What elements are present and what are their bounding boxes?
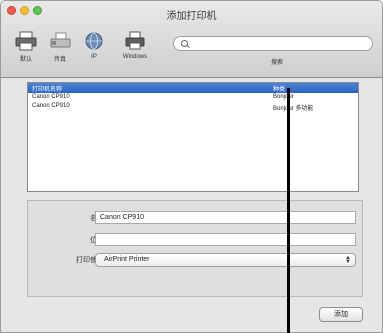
toolbar-fax-button[interactable]: 传真 bbox=[47, 30, 73, 63]
fax-icon bbox=[50, 32, 71, 48]
name-field[interactable]: Canon CP910 bbox=[95, 211, 356, 224]
globe-icon bbox=[85, 32, 103, 50]
windows-printer-icon bbox=[125, 31, 145, 50]
location-field[interactable] bbox=[95, 233, 356, 246]
name-row: 名称: Canon CP910 bbox=[28, 211, 362, 225]
printer-row[interactable]: Canon CP910 Bonjour bbox=[28, 93, 358, 102]
search-caption: 搜索 bbox=[271, 60, 284, 66]
printer-list-header[interactable]: 打印机名称 种类 bbox=[28, 83, 358, 93]
use-row: 打印使用: AirPrint Printer ▲ ▼ bbox=[28, 253, 362, 267]
printer-icon bbox=[15, 31, 37, 51]
add-button[interactable]: 添加 bbox=[319, 307, 363, 322]
select-arrows-icon: ▲ ▼ bbox=[345, 255, 351, 265]
annotation-pointer-line bbox=[287, 88, 290, 333]
window-title: 添加打印机 bbox=[166, 11, 217, 22]
column-header-name[interactable]: 打印机名称 bbox=[32, 84, 62, 93]
toolbar: 默认 传真 IP Windows bbox=[13, 30, 155, 63]
driver-select[interactable]: AirPrint Printer ▲ ▼ bbox=[95, 253, 356, 267]
driver-select-value: AirPrint Printer bbox=[104, 256, 150, 263]
toolbar-windows-label: Windows bbox=[122, 54, 148, 60]
window-toolbar: 添加打印机 默认 传真 IP Windows 搜索 bbox=[1, 1, 382, 78]
printer-kind: Bonjour 多功能 bbox=[273, 106, 314, 112]
search-icon bbox=[181, 40, 188, 47]
column-header-kind[interactable]: 种类 bbox=[273, 84, 285, 93]
toolbar-windows-button[interactable]: Windows bbox=[115, 30, 155, 63]
search-field[interactable] bbox=[173, 36, 373, 51]
printer-kind: Bonjour bbox=[273, 94, 294, 100]
toolbar-ip-button[interactable]: IP bbox=[81, 30, 107, 63]
printer-details-form: 名称: Canon CP910 位置: 打印使用: AirPrint Print… bbox=[27, 200, 363, 297]
location-row: 位置: bbox=[28, 233, 362, 247]
printer-name: Canon CP910 bbox=[32, 94, 70, 100]
printer-list[interactable]: 打印机名称 种类 Canon CP910 Bonjour Canon CP910… bbox=[27, 82, 359, 192]
printer-name: Canon CP910 bbox=[32, 103, 70, 109]
add-printer-window: 添加打印机 默认 传真 IP Windows 搜索 打印机名称 种类 Canon… bbox=[0, 0, 383, 333]
toolbar-default-button[interactable]: 默认 bbox=[13, 30, 39, 63]
toolbar-ip-label: IP bbox=[91, 54, 97, 60]
printer-row[interactable]: Canon CP910 Bonjour 多功能 bbox=[28, 102, 358, 112]
toolbar-fax-label: 传真 bbox=[53, 57, 66, 63]
toolbar-default-label: 默认 bbox=[19, 57, 32, 63]
